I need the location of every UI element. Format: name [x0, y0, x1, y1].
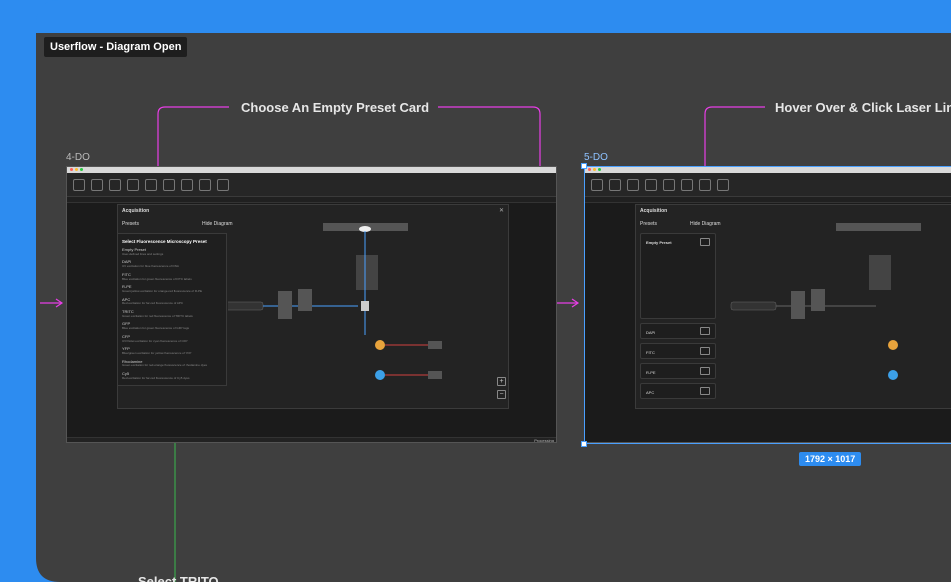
preset-option[interactable]: Empty Preset User-defined lines and setti… — [118, 246, 226, 258]
preset-dropdown-menu: Select Fluorescence Microscopy Preset Em… — [117, 233, 227, 387]
preset-option[interactable]: YFP Blue/green excitation for yellow fluo… — [118, 345, 226, 357]
section-label-right: 5-DO — [584, 152, 608, 163]
layout-icon[interactable] — [91, 178, 103, 191]
status-bar: Processing — [67, 437, 556, 443]
menu-icon[interactable] — [73, 178, 85, 191]
preset-option[interactable]: TRITC Green excitation for red fluorescen… — [118, 308, 226, 320]
annotation-select-trito: Select TRITO — [138, 574, 219, 582]
preset-option[interactable]: FITC Blue excitation for green fluorescen… — [118, 271, 226, 283]
tab-bar — [67, 197, 556, 203]
preset-option[interactable]: Cy5 Red excitation for far-red fluorescen… — [118, 370, 226, 382]
toolbar — [67, 173, 556, 197]
zoom-out-button[interactable]: − — [497, 390, 506, 399]
resize-handle[interactable] — [581, 163, 587, 169]
processing-status: Processing — [534, 438, 554, 443]
section-label-left: 4-DO — [66, 152, 90, 163]
optical-diagram — [228, 223, 442, 380]
dropdown-heading: Select Fluorescence Microscopy Preset — [122, 239, 207, 244]
app-window-left: Acquisition Presets Hide Diagram ✕ + − S… — [66, 166, 557, 443]
annotation-hover-laser: Hover Over & Click Laser Lin — [775, 100, 951, 115]
panel-title: Acquisition — [122, 208, 150, 214]
project-icon[interactable] — [109, 178, 121, 191]
close-icon[interactable]: ✕ — [499, 207, 504, 214]
dimension-badge: 1792 × 1017 — [799, 452, 862, 466]
workshop-icon[interactable] — [217, 178, 229, 191]
preset-option[interactable]: R-PE Green/yellow excitation for orange-r… — [118, 283, 226, 295]
titlebar — [67, 167, 556, 173]
preset-option[interactable]: CFP UV/Violet excitation for cyan fluores… — [118, 333, 226, 345]
reporting-icon[interactable] — [199, 178, 211, 191]
resize-handle[interactable] — [581, 441, 587, 447]
view-icon[interactable] — [145, 178, 157, 191]
analysis-icon[interactable] — [181, 178, 193, 191]
preset-option[interactable]: Rhodamine Green excitation for red-orange… — [118, 358, 226, 370]
image-icon[interactable] — [127, 178, 139, 191]
zoom-in-button[interactable]: + — [497, 377, 506, 386]
preset-option[interactable]: DAPI UV excitation for blue fluorescence … — [118, 258, 226, 270]
annotation-choose-preset: Choose An Empty Preset Card — [241, 100, 430, 115]
processing-icon[interactable] — [163, 178, 175, 191]
selection-box[interactable] — [584, 166, 951, 444]
presets-dropdown[interactable]: Presets — [122, 221, 139, 227]
preset-option[interactable]: GFP Blue excitation for green fluorescenc… — [118, 320, 226, 332]
preset-option[interactable]: APC Red excitation for far-red fluorescen… — [118, 296, 226, 308]
